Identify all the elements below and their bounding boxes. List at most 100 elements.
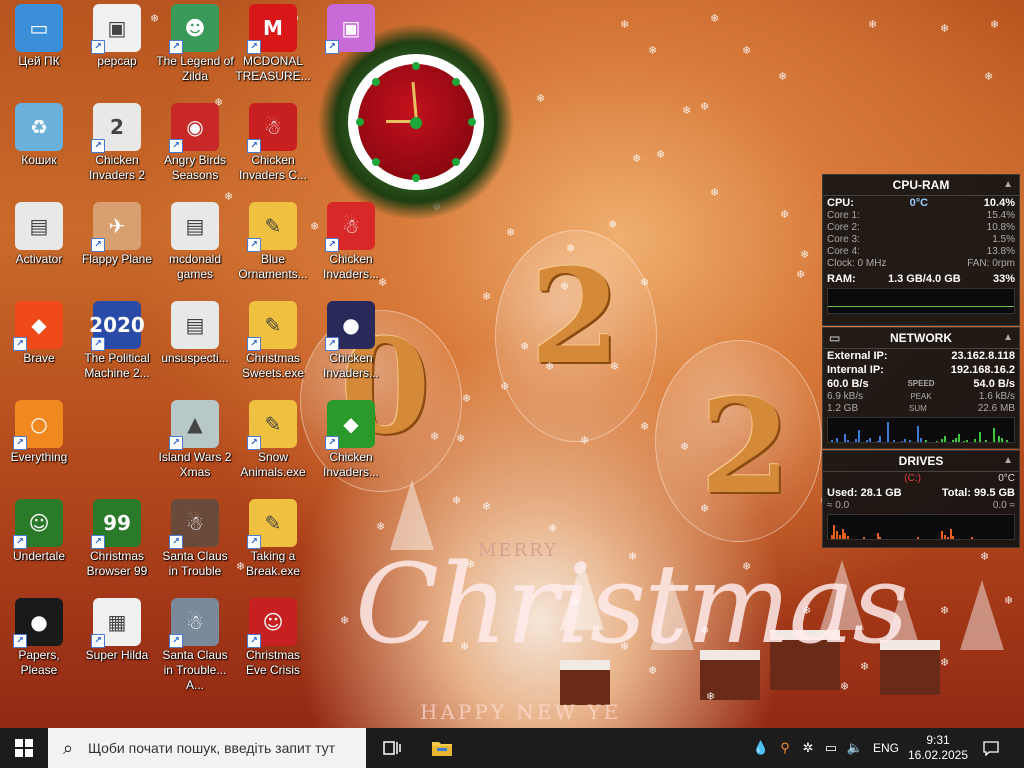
volume-muted-icon[interactable]: 🔈 (844, 728, 866, 768)
desktop-icon[interactable]: ▤ Activator (0, 202, 78, 267)
desktop-icon[interactable]: 99 ↗ Christmas Browser 99 (78, 499, 156, 579)
folder-icon: ▤ (171, 301, 219, 349)
desktop-icon[interactable]: ◆ ↗ Brave (0, 301, 78, 366)
desktop-icon[interactable]: 2 ↗ Chicken Invaders 2 (78, 103, 156, 183)
desktop-icon-label: Christmas Eve Crisis (245, 648, 300, 677)
search-box[interactable]: ⌕ Щоби почати пошук, введіть запит тут (48, 728, 366, 768)
snowflake: ❄ (560, 280, 570, 293)
tray-drop-icon[interactable]: 💧 (752, 728, 770, 768)
desktop-icon[interactable]: ✎ ↗ Christmas Sweets.exe (234, 301, 312, 381)
desktop-icon-label: Flappy Plane (81, 252, 153, 266)
desktop-icon[interactable]: ● ↗ Papers, Please (0, 598, 78, 678)
file-explorer-button[interactable] (418, 728, 466, 768)
snowflake: ❄ (984, 70, 994, 83)
snowflake: ❄ (680, 440, 690, 453)
desktop-icon[interactable]: ✈ ↗ Flappy Plane (78, 202, 156, 267)
clock-fan-row: Clock: 0 MHz FAN: 0rpm (823, 258, 1019, 270)
snowflake: ❄ (640, 276, 650, 289)
peak-down: 6.9 kB/s (827, 391, 864, 402)
desktop-icon[interactable]: ◉ ↗ Angry Birds Seasons (156, 103, 234, 183)
network-graph-bar (965, 440, 968, 442)
tray-search-app-icon[interactable]: ⚲ (774, 728, 796, 768)
snowflake: ❄ (780, 208, 790, 221)
language-indicator[interactable]: ENG (868, 728, 904, 768)
snowflake: ❄ (778, 70, 788, 83)
desktop-icon[interactable]: ☃ ↗ Santa Claus in Trouble... A... (156, 598, 234, 693)
shortcut-arrow-icon: ↗ (91, 535, 105, 549)
notifications-button[interactable] (976, 728, 1006, 768)
tree-decoration (960, 580, 1004, 650)
desktop-icon[interactable]: ☃ ↗ Santa Claus in Trouble (156, 499, 234, 579)
network-gadget[interactable]: ▭ NETWORK ▲ External IP: 23.162.8.118 Int… (822, 327, 1020, 449)
desktop-icon[interactable]: ◆ ↗ Chicken Invaders... (312, 400, 390, 480)
desktop-icon[interactable]: ☺ ↗ Christmas Eve Crisis (234, 598, 312, 678)
network-status-icon[interactable]: ▭ (820, 728, 842, 768)
desktop-icon[interactable]: ✎ ↗ Taking a Break.exe (234, 499, 312, 579)
snowflake: ❄ (340, 614, 350, 627)
desktop-icon-label: Chicken Invaders... (322, 450, 380, 479)
drive-write: 0.0 (992, 500, 1007, 511)
peak-up: 1.6 kB/s (978, 391, 1015, 402)
snowflake: ❄ (632, 152, 642, 165)
task-view-button[interactable] (368, 728, 416, 768)
desktop-icon[interactable]: ▣ ↗ pepcap (78, 4, 156, 69)
desktop-icon[interactable]: ☃ ↗ Chicken Invaders... (312, 202, 390, 282)
desktop-icon[interactable]: ▤ unsuspecti... (156, 301, 234, 366)
snowflake: ❄ (548, 522, 558, 535)
cpu-ram-gadget[interactable]: CPU-RAM ▲ CPU: 0°C 10.4% Core 1: 15.4% Co… (822, 174, 1020, 326)
clock-date[interactable]: 9:31 16.02.2025 (906, 728, 970, 768)
desktop-icon[interactable]: ▣ ↗ (312, 4, 390, 54)
drives-gadget[interactable]: DRIVES ▲ (C:) 0°C Used: 28.1 GB Total: 99.… (822, 450, 1020, 548)
desktop-icon[interactable]: ☻ ↗ The Legend of Zilda (156, 4, 234, 84)
undertale-icon: ☺ ↗ (13, 499, 63, 549)
desktop-icon[interactable]: ▦ ↗ Super Hilda (78, 598, 156, 663)
desktop-icon[interactable]: ▤ mcdonald games (156, 202, 234, 282)
tray-snowflake-icon[interactable]: ✲ (798, 728, 818, 768)
desktop-icon[interactable]: ○ ↗ Everything (0, 400, 78, 465)
taskbar-time: 9:31 (926, 733, 950, 747)
desktop-icon[interactable]: ▲ ↗ Island Wars 2 Xmas (156, 400, 234, 480)
super-hilda-icon: ▦ ↗ (91, 598, 141, 648)
chicken-invaders-c-icon: ☃ ↗ (247, 103, 297, 153)
shortcut-arrow-icon: ↗ (247, 238, 261, 252)
desktop-icon[interactable]: ✎ ↗ Blue Ornaments... (234, 202, 312, 282)
shortcut-arrow-icon: ↗ (91, 238, 105, 252)
network-graph-bar (925, 440, 928, 442)
snowflake: ❄ (610, 360, 620, 373)
drive-temp: 0°C (998, 473, 1015, 484)
desktop-icon[interactable]: ♻ Кошик (0, 103, 78, 168)
snowflake: ❄ (800, 248, 810, 261)
drive-graph-bar (879, 537, 882, 539)
collapse-arrow-icon[interactable]: ▲ (1003, 451, 1013, 471)
collapse-arrow-icon[interactable]: ▲ (1003, 328, 1013, 348)
speed-label: SPEED (907, 379, 935, 388)
shortcut-arrow-icon: ↗ (91, 40, 105, 54)
network-graph-bar (954, 438, 957, 442)
network-graph-bar (936, 441, 938, 442)
network-graph-bar (846, 440, 849, 442)
network-graph-bar (984, 440, 987, 442)
year-digit: 2 (700, 370, 791, 523)
network-graph-bar (952, 440, 955, 442)
snowflake: ❄ (700, 100, 710, 113)
desktop-icon[interactable]: M ↗ MCDONAL TREASURE... (234, 4, 312, 84)
cpu-total: 10.4% (983, 197, 1015, 209)
snowflake: ❄ (566, 242, 576, 255)
network-graph-bar (957, 434, 960, 442)
desktop-icon-label: Undertale (12, 549, 66, 563)
snowflake: ❄ (430, 430, 440, 443)
network-graph-bar (879, 436, 882, 442)
shortcut-arrow-icon: ↗ (169, 634, 183, 648)
desktop: 0 2 2 MERRY Christmas HAPPY NEW YE ❄ ❄ ❄ ❄ ❄… (0, 0, 1024, 728)
snowflake: ❄ (452, 494, 462, 507)
desktop-icon[interactable]: ☺ ↗ Undertale (0, 499, 78, 564)
desktop-icon[interactable]: ● ↗ Chicken Invaders... (312, 301, 390, 381)
desktop-icon[interactable]: 2020 ↗ The Political Machine 2... (78, 301, 156, 381)
desktop-icon[interactable]: ▭ Цей ПК (0, 4, 78, 69)
desktop-icon[interactable]: ☃ ↗ Chicken Invaders C... (234, 103, 312, 183)
collapse-arrow-icon[interactable]: ▲ (1003, 175, 1013, 195)
desktop-icon[interactable]: ✎ ↗ Snow Animals.exe (234, 400, 312, 480)
network-graph-bar (892, 440, 895, 442)
start-button[interactable] (0, 728, 48, 768)
snowflake: ❄ (860, 660, 870, 673)
